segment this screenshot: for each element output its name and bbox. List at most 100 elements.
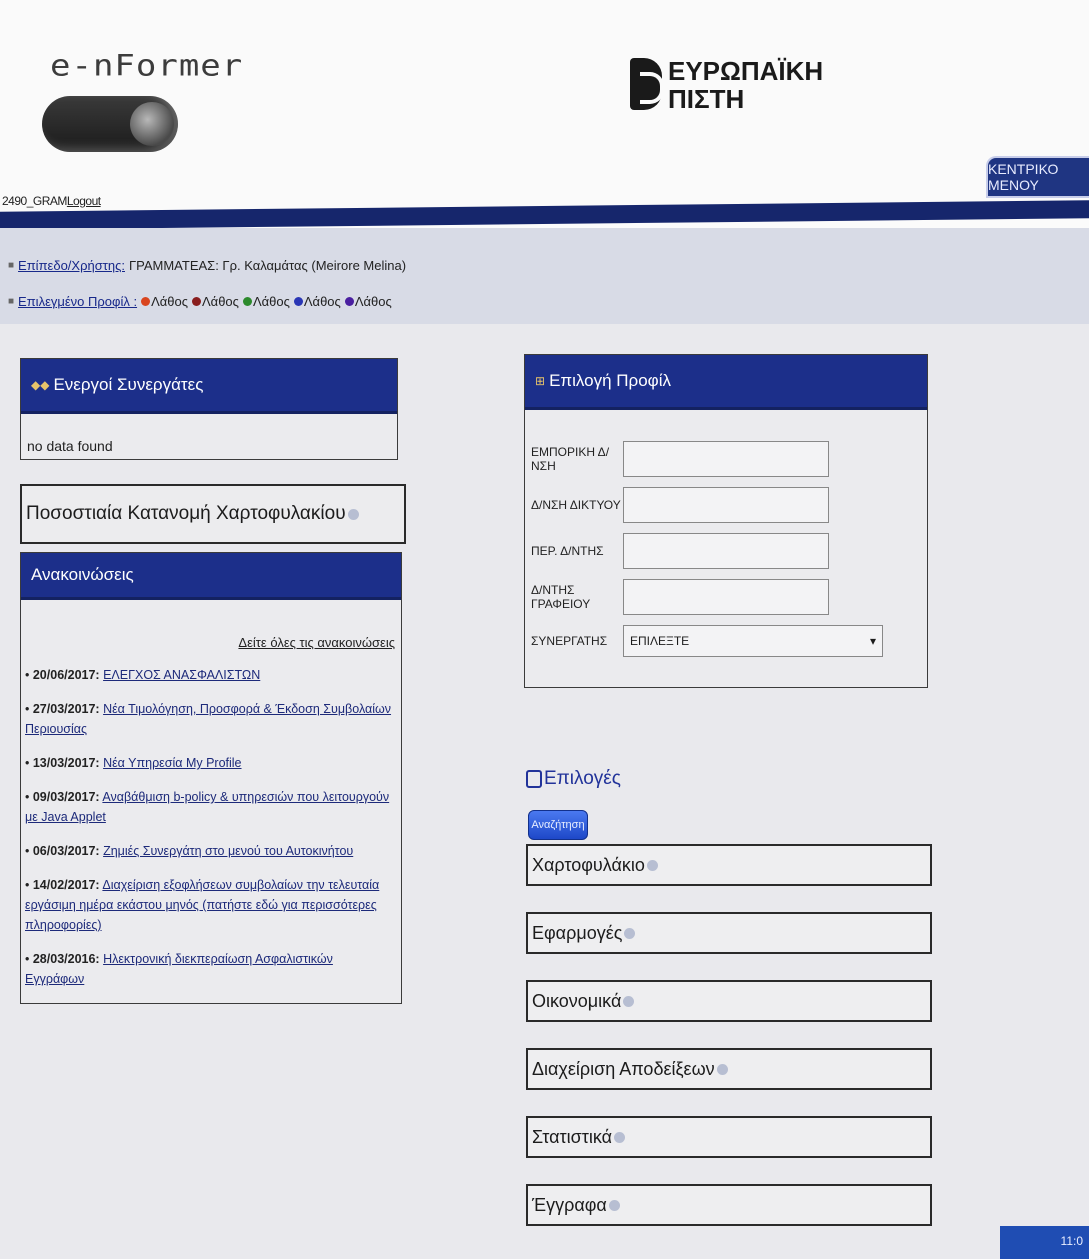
header-divider-bar [0, 200, 1089, 230]
menu-label: Στατιστικά [532, 1126, 613, 1147]
expand-arrow-icon [624, 927, 636, 939]
announcement-date: 28/03/2016: [32, 952, 100, 966]
panel-header: ⊞ Επιλογή Προφίλ [525, 355, 927, 410]
menu-statistics[interactable]: Στατιστικά [526, 1116, 932, 1158]
partner-row: ΣΥΝΕΡΓΑΤΗΣ ΕΠΙΛΕΞΤΕ ▾ [531, 625, 883, 657]
portfolio-distribution-link[interactable]: Ποσοστιαία Κατανομή Χαρτοφυλακίου [20, 484, 406, 544]
network-directorate-row: Δ/ΝΣΗ ΔΙΚΤΥΟΥ [531, 487, 829, 523]
brand-line2: ΠΙΣΤΗ [668, 84, 745, 114]
chevron-down-icon: ▾ [869, 634, 876, 648]
expand-arrow-icon [716, 1063, 728, 1075]
panel-header: ◆◆ Ενεργοί Συνεργάτες [21, 359, 397, 414]
announcement-item: • 20/06/2017: ΕΛΕΓΧΟΣ ΑΝΑΣΦΑΛΙΣΤΩΝ [25, 668, 261, 682]
field-label: Δ/ΝΤΗΣ ΓΡΑΦΕΙΟΥ [531, 583, 591, 611]
search-button[interactable]: Αναζήτηση [528, 810, 588, 840]
profile-item: Λάθος [344, 294, 392, 309]
announcements-list: • 20/06/2017: ΕΛΕΓΧΟΣ ΑΝΑΣΦΑΛΙΣΤΩΝ • 27/… [25, 665, 395, 1003]
bullet-icon: ■ [8, 296, 15, 307]
announcement-item: • 13/03/2017: Νέα Υπηρεσία My Profile [25, 756, 242, 770]
brand-line1: ΕΥΡΩΠΑΪΚΗ [668, 56, 824, 86]
options-icon [526, 770, 542, 788]
announcement-date: 20/06/2017: [32, 668, 100, 682]
announcement-item: • 06/03/2017: Ζημιές Συνεργάτη στο μενού… [25, 844, 354, 858]
panel-title: Επιλογή Προφίλ [549, 371, 671, 390]
profile-item: Λάθος [242, 294, 290, 309]
expand-arrow-icon [347, 508, 359, 520]
network-directorate-field[interactable] [623, 487, 829, 523]
menu-documents[interactable]: Έγγραφα [526, 1184, 932, 1226]
menu-portfolio[interactable]: Χαρτοφυλάκιο [526, 844, 932, 886]
announcement-date: 14/02/2017: [32, 878, 100, 892]
announcement-date: 27/03/2017: [32, 702, 100, 716]
announcement-date: 09/03/2017: [32, 790, 100, 804]
user-info-strip: ■ Επίπεδο/Χρήστης: ΓΡΑΜΜΑΤΕΑΣ: Γρ. Καλαμ… [0, 228, 1089, 324]
profile-select-panel: ⊞ Επιλογή Προφίλ ΕΜΠΟΡΙΚΗ Δ/ΝΣΗ Δ/ΝΣΗ ΔΙ… [524, 354, 928, 688]
status-dot-icon [141, 297, 151, 306]
portfolio-distribution-label: Ποσοστιαία Κατανομή Χαρτοφυλακίου [26, 503, 346, 524]
expand-arrow-icon [608, 1199, 620, 1211]
announcement-date: 06/03/2017: [32, 844, 100, 858]
menu-financials[interactable]: Οικονομικά [526, 980, 932, 1022]
brand-mark-icon [630, 58, 664, 110]
taskbar-clock: 11:0 [1000, 1226, 1089, 1259]
active-partners-panel: ◆◆ Ενεργοί Συνεργάτες no data found [20, 358, 398, 460]
announcement-link[interactable]: Ζημιές Συνεργάτη στο μενού του Αυτοκινήτ… [103, 844, 353, 858]
see-all-announcements-link[interactable]: Δείτε όλες τις ανακοινώσεις [238, 635, 395, 650]
announcement-date: 13/03/2017: [32, 756, 100, 770]
announcements-panel: Ανακοινώσεις Δείτε όλες τις ανακοινώσεις… [20, 552, 402, 1004]
status-dot-icon [192, 297, 201, 306]
expand-arrow-icon [614, 1131, 626, 1143]
menu-label: Οικονομικά [532, 990, 622, 1011]
status-dot-icon [293, 297, 303, 306]
profile-item: Λάθος [141, 294, 188, 309]
options-title: Επιλογές [544, 768, 621, 789]
capsule-logo-graphic [42, 96, 178, 152]
office-director-row: Δ/ΝΤΗΣ ΓΡΑΦΕΙΟΥ [531, 579, 829, 615]
regional-director-field[interactable] [623, 533, 829, 569]
office-director-field[interactable] [623, 579, 829, 615]
partner-select[interactable]: ΕΠΙΛΕΞΤΕ ▾ [623, 625, 883, 657]
user-level-label[interactable]: Επίπεδο/Χρήστης: [18, 258, 125, 273]
menu-label: Διαχείριση Αποδείξεων [532, 1058, 715, 1079]
commercial-directorate-row: ΕΜΠΟΡΙΚΗ Δ/ΝΣΗ [531, 441, 829, 477]
options-heading: Επιλογές [526, 768, 621, 790]
field-label: ΣΥΝΕΡΓΑΤΗΣ [531, 634, 608, 648]
header: e-nFormer ΕΥΡΩΠΑΪΚΗ ΠΙΣΤΗ 2490_GRAMLogou… [0, 0, 1089, 230]
expand-arrow-icon [646, 859, 658, 871]
user-code: 2490_GRAM [2, 194, 67, 208]
menu-applications[interactable]: Εφαρμογές [526, 912, 932, 954]
announcement-item: • 28/03/2016: Ηλεκτρονική διεκπεραίωση Α… [25, 952, 333, 986]
menu-label: Έγγραφα [532, 1194, 607, 1215]
status-dot-icon [344, 297, 354, 306]
profile-item: Λάθος [293, 294, 341, 309]
user-level-value: ΓΡΑΜΜΑΤΕΑΣ: Γρ. Καλαμάτας (Meirore Melin… [128, 258, 407, 273]
announcement-item: • 27/03/2017: Νέα Τιμολόγηση, Προσφορά &… [25, 702, 392, 736]
announcement-link[interactable]: ΕΛΕΓΧΟΣ ΑΝΑΣΦΑΛΙΣΤΩΝ [103, 668, 260, 682]
announcement-link[interactable]: Νέα Υπηρεσία My Profile [103, 756, 241, 770]
field-label: ΠΕΡ. Δ/ΝΤΗΣ [531, 544, 604, 558]
field-label: Δ/ΝΣΗ ΔΙΚΤΥΟΥ [531, 498, 621, 512]
page: e-nFormer ΕΥΡΩΠΑΪΚΗ ΠΙΣΤΗ 2490_GRAMLogou… [0, 0, 1089, 1259]
commercial-directorate-field[interactable] [623, 441, 829, 477]
panel-header: Ανακοινώσεις [21, 553, 401, 600]
main-menu-tab[interactable]: ΚΕΝΤΡΙΚΟ ΜΕΝΟΥ [986, 156, 1089, 198]
menu-receipts-management[interactable]: Διαχείριση Αποδείξεων [526, 1048, 932, 1090]
announcement-item: • 14/02/2017: Διαχείριση εξοφλήσεων συμβ… [25, 878, 380, 932]
regional-director-row: ΠΕΡ. Δ/ΝΤΗΣ [531, 533, 829, 569]
logout-link[interactable]: Logout [67, 194, 101, 208]
partners-icon: ◆◆ [31, 378, 50, 392]
panel-title: Ενεργοί Συνεργάτες [53, 375, 204, 394]
user-level-row: ■ Επίπεδο/Χρήστης: ΓΡΑΜΜΑΤΕΑΣ: Γρ. Καλαμ… [8, 258, 406, 273]
profile-icon: ⊞ [535, 374, 546, 388]
selected-profile-label[interactable]: Επιλεγμένο Προφίλ : [18, 294, 137, 309]
status-dot-icon [242, 297, 252, 306]
menu-label: Χαρτοφυλάκιο [532, 854, 645, 875]
user-code-row: 2490_GRAMLogout [2, 194, 101, 208]
panel-title: Ανακοινώσεις [31, 565, 134, 584]
partner-select-value: ΕΠΙΛΕΞΤΕ [630, 634, 690, 648]
bullet-icon: ■ [8, 260, 15, 271]
announcement-item: • 09/03/2017: Αναβάθμιση b-policy & υπηρ… [25, 790, 390, 824]
selected-profile-row: ■ Επιλεγμένο Προφίλ : Λάθος Λάθος Λάθος … [8, 294, 392, 309]
expand-arrow-icon [623, 995, 635, 1007]
field-label: ΕΜΠΟΡΙΚΗ Δ/ΝΣΗ [531, 445, 610, 473]
